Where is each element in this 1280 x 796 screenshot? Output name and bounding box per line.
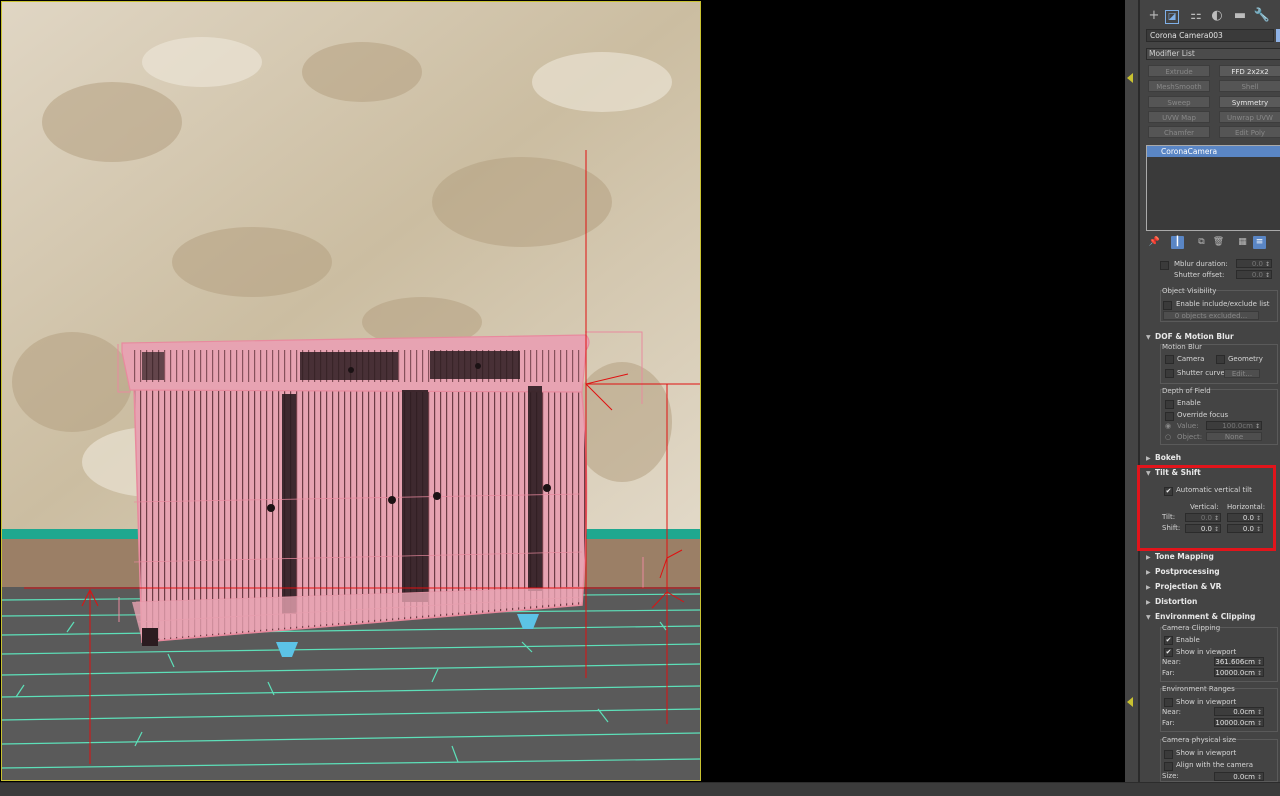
clipping-show-viewport-label: Show in viewport [1176, 648, 1237, 656]
focus-object-radio-icon[interactable]: ○ [1165, 433, 1171, 441]
list-view-icon[interactable]: ≡ [1253, 236, 1266, 249]
hierarchy-tab-icon[interactable]: ⚏ [1186, 6, 1206, 26]
ranges-show-viewport-checkbox[interactable] [1164, 698, 1173, 707]
sideboard-scene [2, 2, 700, 780]
include-exclude-label: Enable include/exclude list [1176, 300, 1270, 308]
focus-object-label: Object: [1177, 433, 1203, 441]
command-panel: + ◪ ⚏ ◐ ▬ 🔧 Corona Camera003 Modifier Li… [1138, 0, 1280, 782]
environment-ranges-title: Environment Ranges [1162, 685, 1235, 693]
rollout-tone-mapping[interactable]: ▶ Tone Mapping [1146, 551, 1280, 563]
rollout-environment-clipping[interactable]: ▼ Environment & Clipping [1146, 611, 1280, 623]
physical-show-viewport-label: Show in viewport [1176, 749, 1237, 757]
include-exclude-checkbox[interactable] [1163, 301, 1172, 310]
edit-poly-button[interactable]: Edit Poly [1219, 126, 1280, 138]
clipping-show-viewport-checkbox[interactable]: ✔ [1164, 648, 1173, 657]
clipping-enable-label: Enable [1176, 636, 1200, 644]
viewport-resize-handle-bottom[interactable] [1127, 697, 1133, 707]
rollout-bokeh[interactable]: ▶ Bokeh [1146, 452, 1280, 464]
scene-render[interactable] [1, 1, 701, 781]
depth-of-field-title: Depth of Field [1162, 387, 1211, 395]
shutter-offset-label: Shutter offset: [1174, 271, 1225, 279]
override-focus-checkbox[interactable] [1165, 412, 1174, 421]
geometry-blur-label: Geometry [1228, 355, 1263, 363]
focus-value-radio-icon[interactable]: ◉ [1165, 422, 1171, 430]
far-spinner[interactable]: 10000.0cm [1214, 668, 1264, 678]
uvw-map-button[interactable]: UVW Map [1148, 111, 1210, 123]
ranges-near-label: Near: [1162, 708, 1181, 716]
ffd-button[interactable]: FFD 2x2x2 [1219, 65, 1280, 77]
extrude-button[interactable]: Extrude [1148, 65, 1210, 77]
modifier-stack[interactable]: CoronaCamera [1146, 145, 1280, 231]
motion-tab-icon[interactable]: ◐ [1207, 6, 1227, 26]
geometry-blur-checkbox[interactable] [1216, 355, 1225, 364]
object-name-field[interactable]: Corona Camera003 [1146, 29, 1274, 42]
ranges-far-spinner[interactable]: 10000.0cm [1214, 718, 1264, 728]
camera-viewport[interactable] [0, 0, 1133, 782]
meshsmooth-button[interactable]: MeshSmooth [1148, 80, 1210, 92]
shutter-curve-checkbox[interactable] [1165, 369, 1174, 378]
physical-show-viewport-checkbox[interactable] [1164, 750, 1173, 759]
shutter-offset-spinner[interactable]: 0.0 [1236, 270, 1272, 280]
chamfer-button[interactable]: Chamfer [1148, 126, 1210, 138]
clipping-enable-checkbox[interactable]: ✔ [1164, 636, 1173, 645]
camera-physical-size-title: Camera physical size [1162, 736, 1237, 744]
size-label: Size: [1162, 772, 1179, 780]
object-visibility-title: Object Visibility [1162, 287, 1217, 295]
create-tab-icon[interactable]: + [1144, 6, 1164, 26]
remove-modifier-icon[interactable]: 🗑 [1212, 236, 1225, 249]
modifier-list-dropdown[interactable]: Modifier List [1146, 48, 1280, 60]
modify-tab-icon[interactable]: ◪ [1165, 10, 1179, 24]
focus-value-label: Value: [1177, 422, 1199, 430]
align-camera-checkbox[interactable] [1164, 762, 1173, 771]
camera-clipping-title: Camera Clipping [1162, 624, 1221, 632]
focus-value-spinner[interactable]: 100.0cm [1206, 421, 1262, 431]
object-color-swatch[interactable] [1276, 29, 1280, 42]
ranges-show-viewport-label: Show in viewport [1176, 698, 1237, 706]
dof-enable-checkbox[interactable] [1165, 400, 1174, 409]
viewport-resize-handle-top[interactable] [1127, 73, 1133, 83]
far-label: Far: [1162, 669, 1175, 677]
symmetry-button[interactable]: Symmetry [1219, 96, 1280, 108]
rollout-projection-vr[interactable]: ▶ Projection & VR [1146, 581, 1280, 593]
shell-button[interactable]: Shell [1219, 80, 1280, 92]
make-unique-icon[interactable]: ⧉ [1195, 236, 1208, 249]
display-tab-icon[interactable]: ▬ [1230, 6, 1250, 26]
unwrap-uvw-button[interactable]: Unwrap UVW [1219, 111, 1280, 123]
mblur-duration-checkbox[interactable] [1160, 261, 1169, 270]
stack-item-coronacamera[interactable]: CoronaCamera [1147, 146, 1280, 157]
dof-enable-label: Enable [1177, 399, 1201, 407]
rollout-distortion[interactable]: ▶ Distortion [1146, 596, 1280, 608]
override-focus-label: Override focus [1177, 411, 1229, 419]
camera-blur-checkbox[interactable] [1165, 355, 1174, 364]
camera-blur-label: Camera [1177, 355, 1205, 363]
ranges-near-spinner[interactable]: 0.0cm [1214, 707, 1264, 717]
ranges-far-label: Far: [1162, 719, 1175, 727]
rollout-dof-motion-blur[interactable]: ▼ DOF & Motion Blur [1146, 331, 1280, 343]
sweep-button[interactable]: Sweep [1148, 96, 1210, 108]
status-bar [0, 782, 1280, 796]
size-spinner[interactable]: 0.0cm [1214, 772, 1264, 782]
motion-blur-title: Motion Blur [1162, 343, 1203, 351]
mblur-duration-label: Mblur duration: [1174, 260, 1228, 268]
near-spinner[interactable]: 361.606cm [1214, 657, 1264, 667]
shutter-curve-edit-button[interactable]: Edit... [1224, 369, 1260, 378]
shutter-curve-label: Shutter curve: [1177, 369, 1228, 377]
tilt-shift-highlight-box [1137, 465, 1276, 551]
mblur-duration-spinner[interactable]: 0.0 [1236, 259, 1272, 269]
objects-excluded-button[interactable]: 0 objects excluded... [1163, 311, 1259, 320]
rollout-postprocessing[interactable]: ▶ Postprocessing [1146, 566, 1280, 578]
near-label: Near: [1162, 658, 1181, 666]
configure-sets-icon[interactable]: ▦ [1236, 236, 1249, 249]
pin-stack-icon[interactable]: 📌 [1148, 236, 1161, 249]
align-camera-label: Align with the camera [1176, 761, 1254, 769]
utilities-tab-icon[interactable]: 🔧 [1252, 6, 1272, 26]
show-end-result-icon[interactable]: ┃ [1171, 236, 1184, 249]
focus-object-picker[interactable]: None [1206, 432, 1262, 441]
